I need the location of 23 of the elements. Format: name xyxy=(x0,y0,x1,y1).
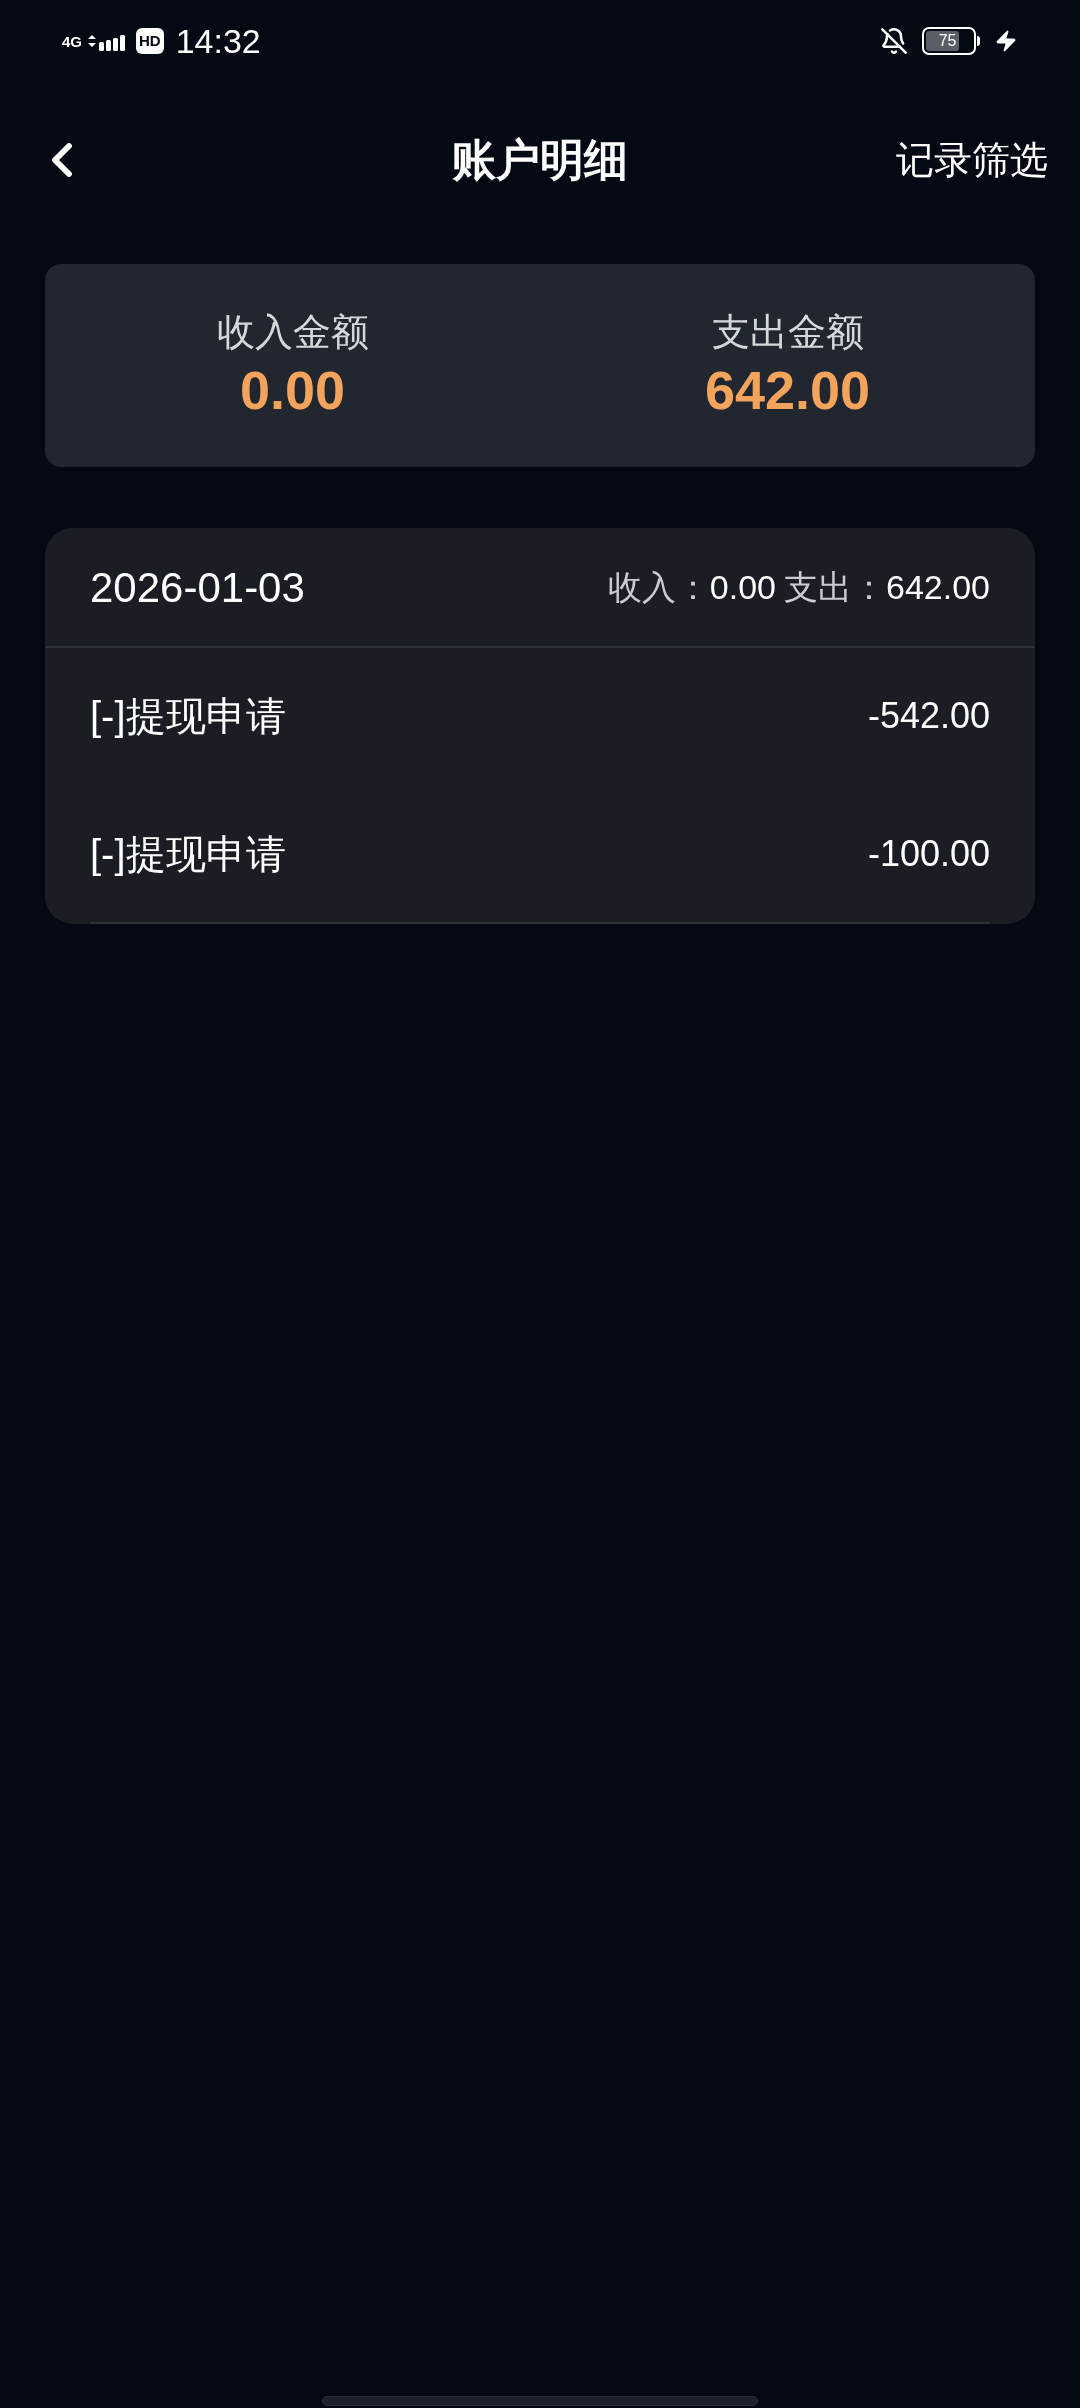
summary-amount: 0.00 xyxy=(239,359,346,423)
expense-label: 支出： xyxy=(784,566,886,608)
bell-off-icon xyxy=(880,27,908,55)
summary-label: 支出金额 xyxy=(711,309,864,355)
charging-icon xyxy=(994,29,1018,53)
network-label: 4G xyxy=(62,33,82,49)
summary-label: 收入金额 xyxy=(216,309,369,355)
summary-amount: 642.00 xyxy=(704,359,871,423)
record-title: [-]提现申请 xyxy=(90,831,286,878)
expense-total: 642.00 xyxy=(886,566,990,608)
record-row[interactable]: [-]提现申请 -542.00 xyxy=(90,648,990,786)
record-amount: -542.00 xyxy=(867,694,990,738)
income-label: 收入： xyxy=(607,566,710,608)
battery-level: 75 xyxy=(938,33,957,49)
record-amount: -100.00 xyxy=(867,832,990,876)
hd-badge: HD xyxy=(136,28,164,54)
record-filter-button[interactable]: 记录筛选 xyxy=(896,131,1048,189)
income-total: 0.00 xyxy=(709,566,776,608)
record-row[interactable]: [-]提现申请 -100.00 xyxy=(90,786,990,924)
record-date: 2026-01-03 xyxy=(90,562,305,613)
page-title: 账户明细 xyxy=(452,134,628,186)
record-title: [-]提现申请 xyxy=(90,693,286,740)
clock-time: 14:32 xyxy=(175,24,261,58)
